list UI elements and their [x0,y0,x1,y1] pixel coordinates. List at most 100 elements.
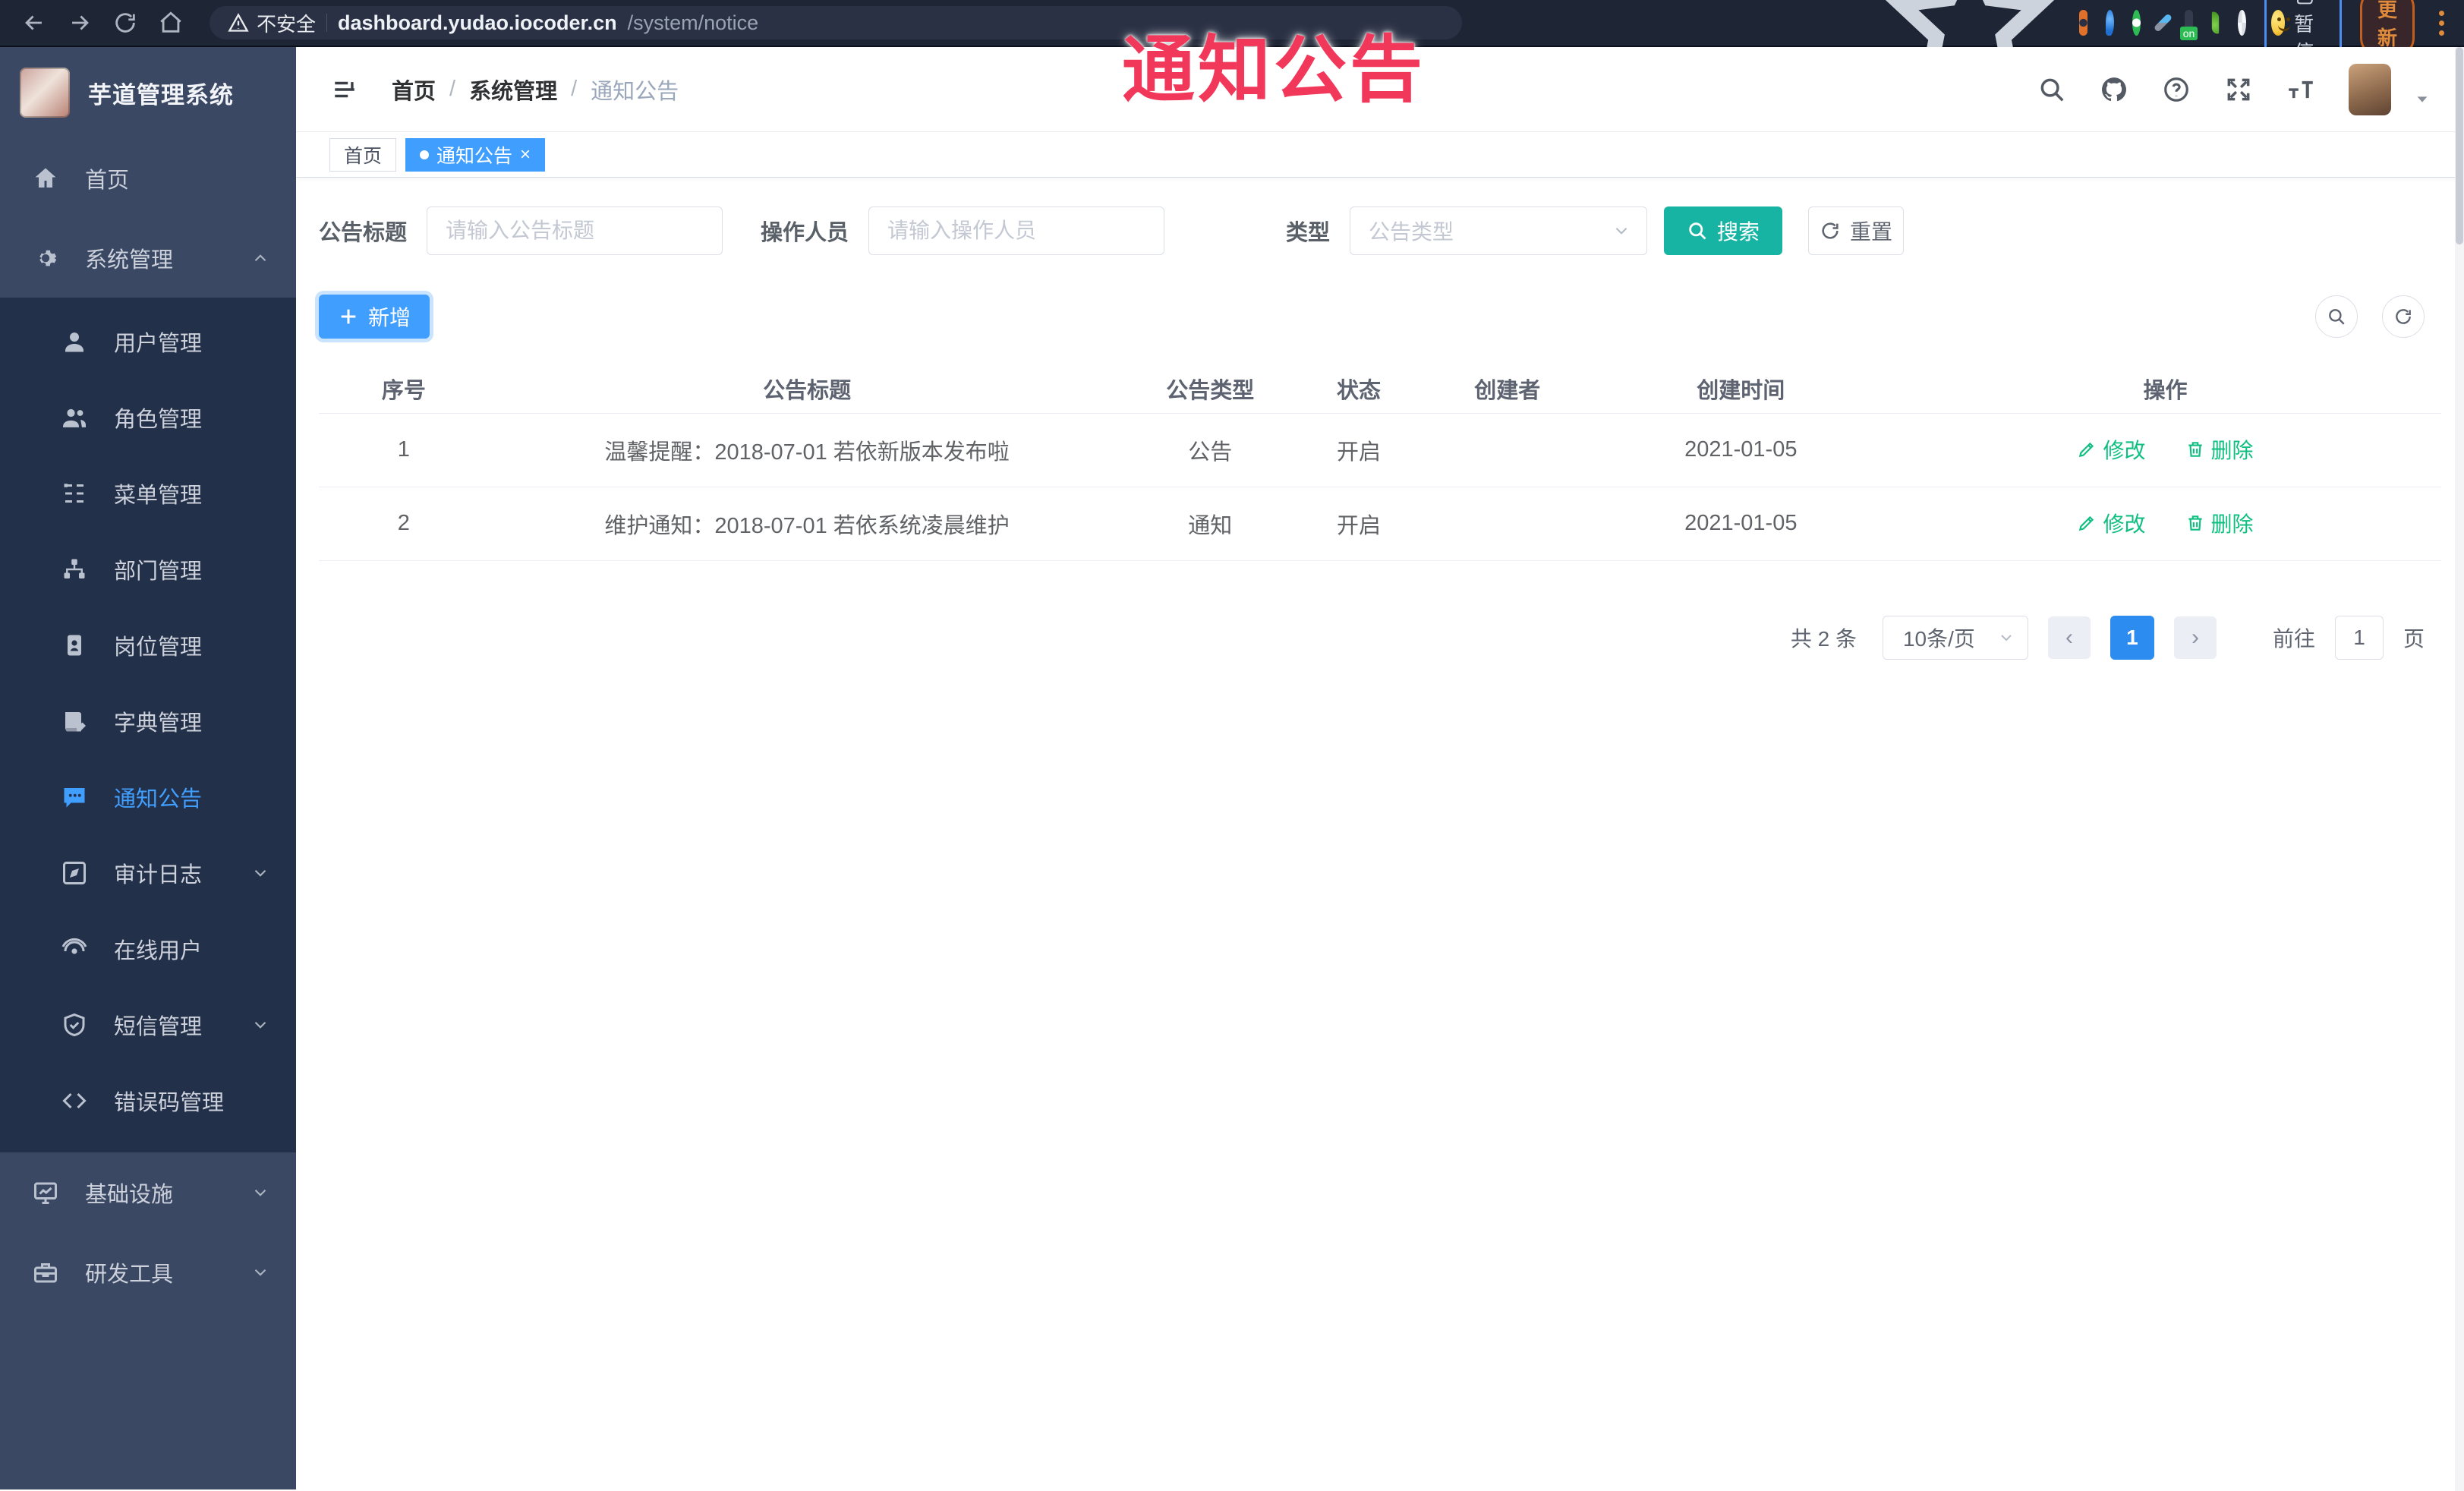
sidebar-item-label: 研发工具 [85,1262,174,1287]
chevron-down-icon [254,1021,266,1029]
type-select[interactable]: 公告类型 [1350,206,1648,255]
edit-link-label: 修改 [2103,439,2146,462]
reset-button[interactable]: 重置 [1808,206,1905,255]
menu-tree-icon [64,484,83,503]
breadcrumb-section[interactable]: 系统管理 [469,74,557,106]
extension-icon-2[interactable] [2105,10,2114,36]
delete-link-label: 删除 [2210,512,2254,536]
cell-creator [1422,413,1593,487]
sidebar-item-system[interactable]: 系统管理 [0,218,296,298]
sidebar-item-roles[interactable]: 角色管理 [0,380,296,455]
app-title: 芋道管理系统 [88,81,234,109]
page-size-select[interactable]: 10条/页 [1882,615,2028,660]
tag-view-bar: 首页 通知公告 × [296,132,2464,178]
extension-icon-1[interactable] [2079,10,2087,36]
sidebar-item-posts[interactable]: 岗位管理 [0,607,296,683]
goto-page-input[interactable] [2334,615,2384,660]
sidebar-item-departments[interactable]: 部门管理 [0,531,296,607]
page-header: 首页 / 系统管理 / 通知公告 [296,47,2464,132]
app-logo [20,68,70,118]
reset-button-label: 重置 [1850,220,1893,244]
sidebar-submenu-system: 用户管理 角色管理 菜单管理 部门管理 岗位管理 字典管理 通知公告 审计日志 … [0,298,296,1152]
help-icon[interactable] [2162,75,2191,104]
col-header-no: 序号 [319,364,489,414]
sidebar-item-sms[interactable]: 短信管理 [0,987,296,1063]
pagination-total: 共 2 条 [1790,626,1857,651]
tab-notices[interactable]: 通知公告 × [405,137,546,172]
search-icon [1689,222,1706,240]
breadcrumb-home[interactable]: 首页 [392,74,436,106]
goto-label: 前往 [2272,626,2315,651]
browser-forward-icon[interactable] [67,10,93,36]
edit-link[interactable]: 修改 [2077,508,2145,538]
font-size-icon[interactable] [2286,75,2315,104]
extension-icon-5[interactable]: on [2179,10,2198,40]
sidebar-item-menus[interactable]: 菜单管理 [0,455,296,531]
edit-link[interactable]: 修改 [2077,434,2145,465]
refresh-table-button[interactable] [2382,295,2425,338]
sidebar-item-infrastructure[interactable]: 基础设施 [0,1152,296,1232]
browser-back-icon[interactable] [21,10,47,36]
sidebar-item-users[interactable]: 用户管理 [0,304,296,380]
add-button-label: 新增 [367,306,411,329]
sidebar-item-online-users[interactable]: 在线用户 [0,911,296,987]
update-button-label: 更新 [2377,0,2398,49]
scrollbar-thumb[interactable] [2456,47,2463,244]
toolbox-icon [34,1262,57,1282]
extension-icon-7[interactable] [2238,10,2246,36]
tab-home[interactable]: 首页 [329,137,397,172]
avatar-caret-icon[interactable] [2414,91,2431,108]
chevron-down-icon [254,869,266,877]
prev-page-button[interactable]: ‹ [2047,616,2091,659]
pencil-icon [2079,515,2094,531]
cell-status: 开启 [1295,413,1423,487]
tab-close-icon[interactable]: × [520,145,531,164]
sidebar-item-label: 短信管理 [114,1015,203,1039]
header-search-icon[interactable] [2037,75,2066,104]
sidebar-item-home[interactable]: 首页 [0,138,296,218]
sidebar-item-label: 岗位管理 [114,635,203,660]
page-1-button[interactable]: 1 [2110,615,2154,660]
table-row: 2 维护通知：2018-07-01 若依系统凌晨维护 通知 开启 2021-01… [319,487,2441,561]
pagination: 共 2 条 10条/页 ‹ 1 › 前往 页 [319,615,2441,660]
table-toolbar: 新增 [319,295,2441,339]
app-logo-row[interactable]: 芋道管理系统 [0,47,296,138]
url-host: dashboard.yudao.iocoder.cn [338,11,617,34]
sidebar-item-notices[interactable]: 通知公告 [0,759,296,835]
col-header-creator: 创建者 [1422,364,1593,414]
sidebar-item-dicts[interactable]: 字典管理 [0,683,296,759]
extension-icon-4[interactable] [2153,13,2173,33]
browser-home-icon[interactable] [158,10,184,36]
sidebar-item-audit-logs[interactable]: 审计日志 [0,835,296,911]
address-bar[interactable]: 不安全 dashboard.yudao.iocoder.cn/system/no… [210,6,1462,39]
notice-title-input[interactable] [427,206,723,255]
chat-bubble-icon [64,788,85,808]
cell-status: 开启 [1295,487,1423,561]
extension-icon-3[interactable] [2132,10,2141,36]
id-badge-icon [68,635,81,656]
extension-on-badge: on [2179,27,2198,40]
sidebar-item-dev-tools[interactable]: 研发工具 [0,1232,296,1312]
sidebar-item-label: 错误码管理 [114,1091,225,1115]
next-page-button[interactable]: › [2173,616,2217,659]
sidebar-item-label: 字典管理 [114,711,203,736]
github-icon[interactable] [2100,75,2128,104]
extension-icon-6[interactable] [2212,11,2220,34]
toggle-search-button[interactable] [2315,295,2358,338]
col-header-status: 状态 [1295,364,1423,414]
browser-menu-icon[interactable] [2433,8,2450,39]
sidebar-item-label: 系统管理 [85,247,174,273]
col-header-title: 公告标题 [488,364,1126,414]
operator-input[interactable] [868,206,1165,255]
delete-link[interactable]: 删除 [2185,508,2254,538]
delete-link[interactable]: 删除 [2185,434,2254,465]
browser-reload-icon[interactable] [112,10,138,36]
sidebar-item-error-codes[interactable]: 错误码管理 [0,1063,296,1139]
sidebar-collapse-icon[interactable] [329,77,360,102]
user-avatar[interactable] [2349,63,2391,115]
fullscreen-icon[interactable] [2224,75,2253,104]
search-button[interactable]: 搜索 [1664,206,1783,255]
chevron-up-icon [254,254,266,261]
add-button[interactable]: 新增 [319,295,430,339]
page-scrollbar[interactable] [2455,47,2464,1491]
